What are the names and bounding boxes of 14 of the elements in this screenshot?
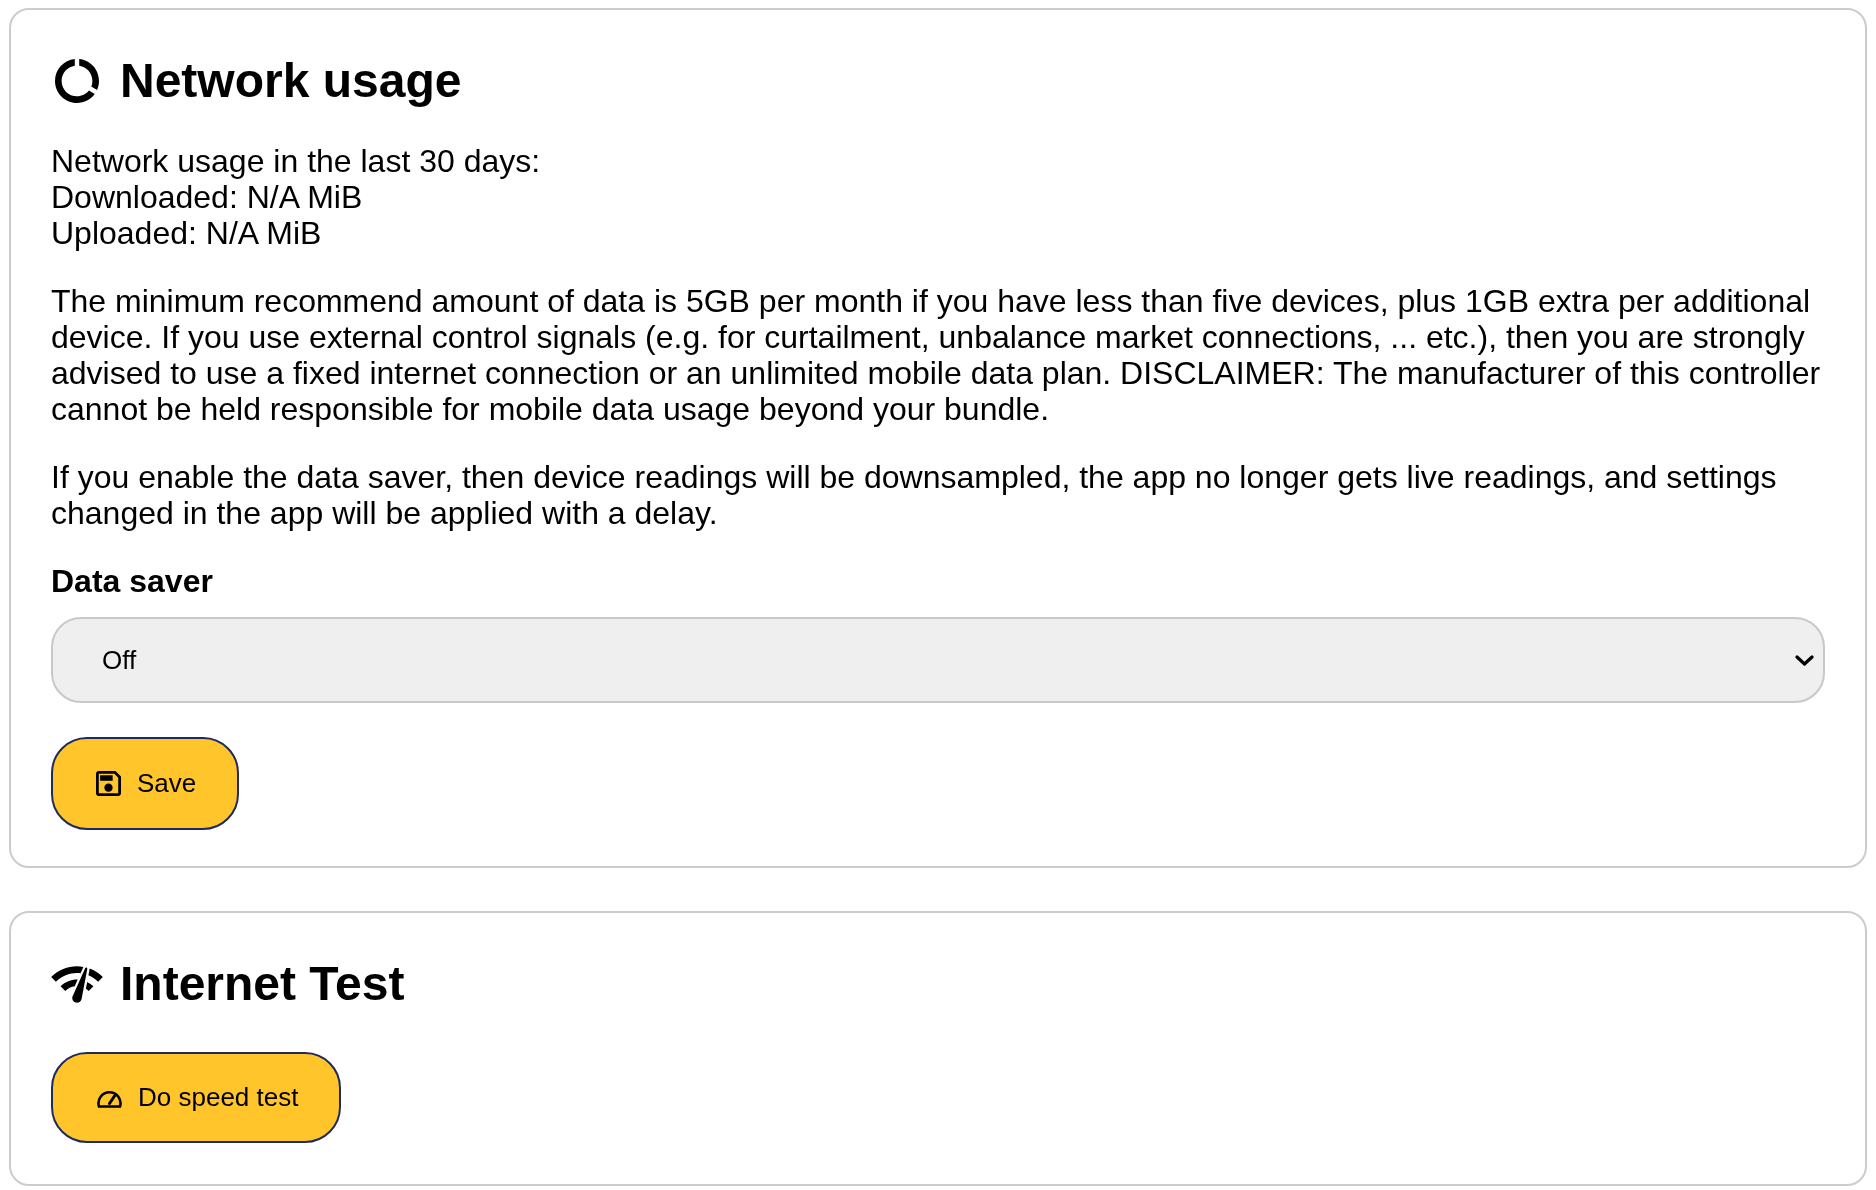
section-title: Network usage bbox=[120, 53, 462, 109]
usage-stat-text: Downloaded: N/A MiB bbox=[51, 179, 363, 215]
usage-stat-text: Uploaded: N/A MiB bbox=[51, 215, 322, 251]
section-title: Internet Test bbox=[120, 956, 405, 1012]
info-paragraph: The minimum recommend amount of data is 5GB per month if you have less than five devices, plus 1GB extra per additional device. If you use external control signals (e.g. for curtailment, unbalance market connections, ... etc.), then you are strongly advised to use a fixed internet connection or an unlimited mobile data plan. DISCLAIMER: The manufacturer of this controller cannot be held responsible for mobile data usage beyond your bundle. bbox=[51, 283, 1822, 427]
chevron-down-icon bbox=[1795, 654, 1814, 666]
speed-test-button[interactable]: Do speed test bbox=[51, 1052, 342, 1143]
info-paragraph: If you enable the data saver, then device readings will be downsampled, the app no longer gets live readings, and settings changed in the app will be applied with a delay. bbox=[51, 459, 1778, 531]
donut-chart-icon bbox=[55, 59, 99, 103]
data-saver-select[interactable]: Off bbox=[51, 617, 1825, 703]
usage-stat-text: Network usage in the last 30 days: bbox=[51, 143, 541, 179]
save-button[interactable]: Save bbox=[51, 737, 240, 830]
signal-gauge-icon bbox=[51, 965, 103, 1003]
field-label: Data saver bbox=[51, 563, 213, 599]
